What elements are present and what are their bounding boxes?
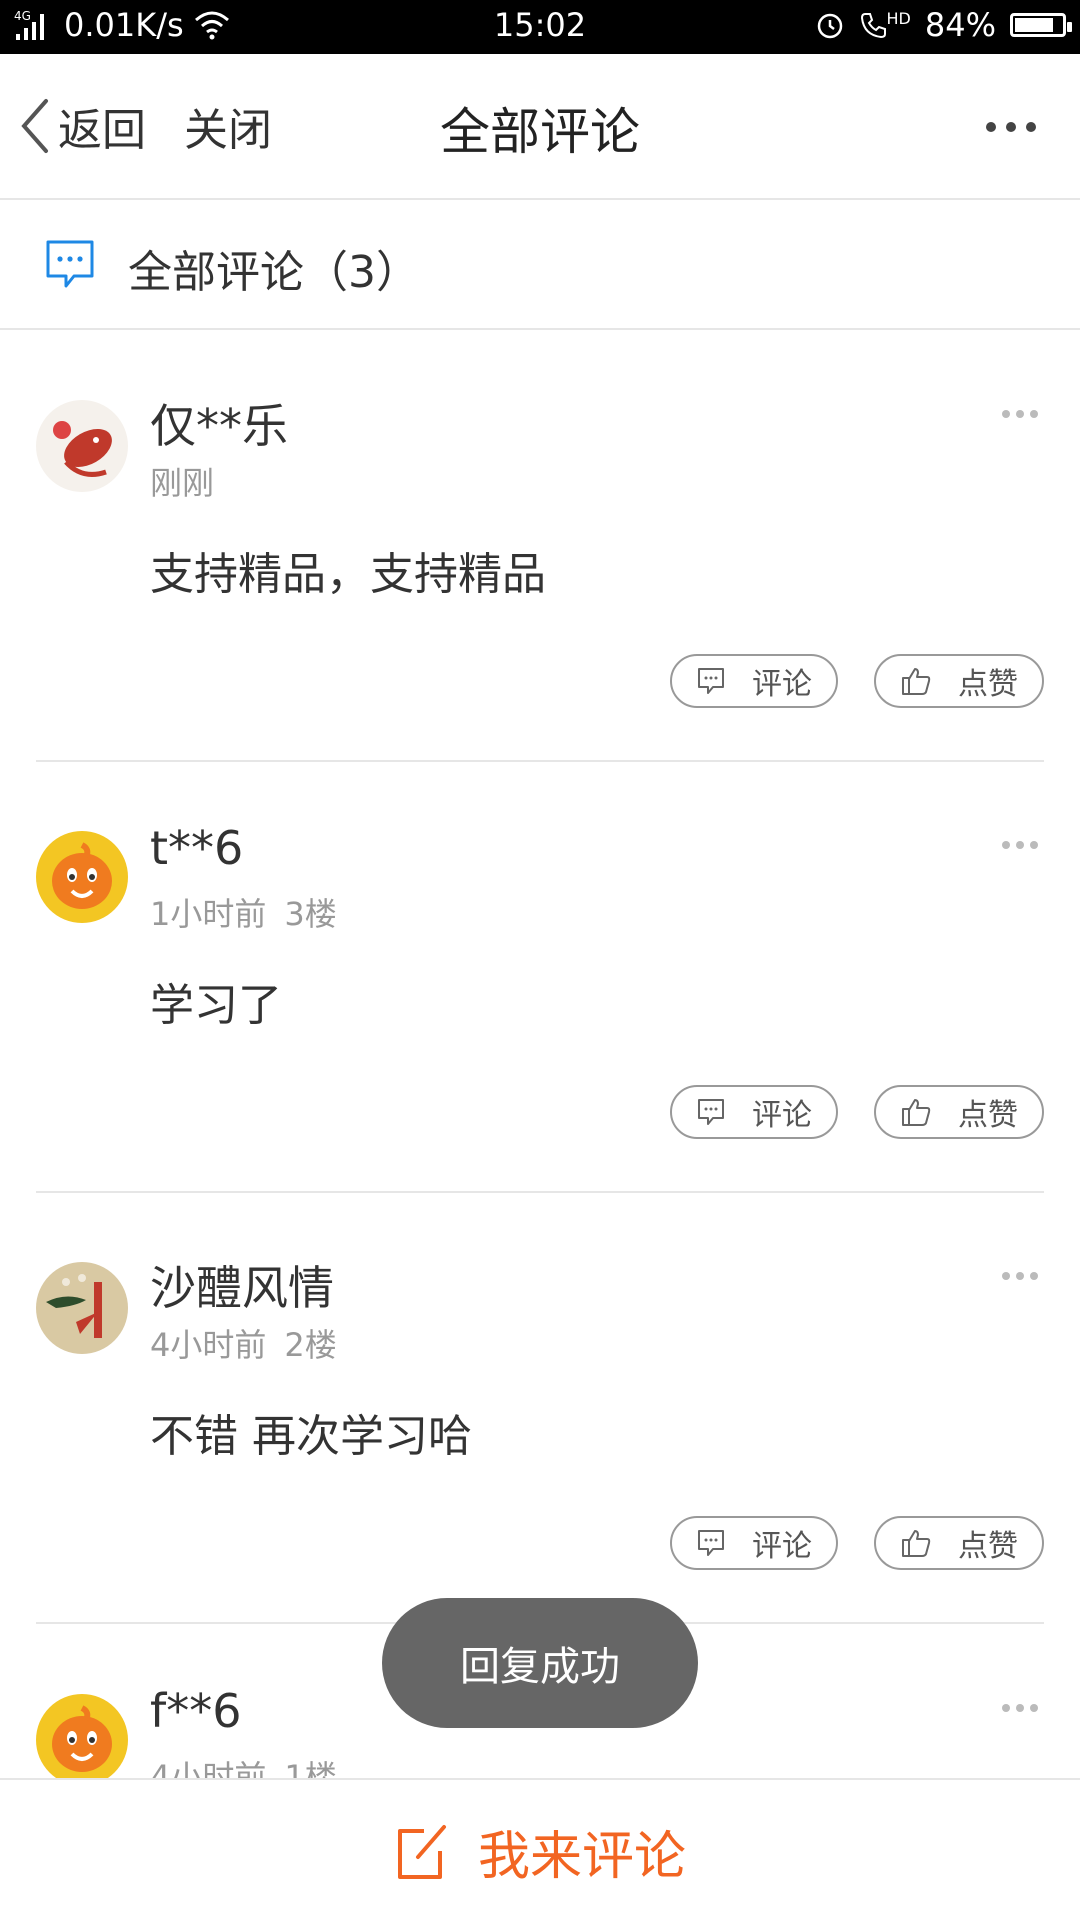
phone-icon: [860, 13, 886, 39]
nav-bar: 返回 关闭 全部评论: [0, 54, 1080, 200]
club-logo-avatar-image: [36, 1262, 128, 1354]
more-dot: [1016, 841, 1024, 849]
hd-call-indicator: HD: [859, 8, 911, 39]
more-dot: [1016, 410, 1024, 418]
thumbs-up-icon: [902, 1530, 931, 1557]
toast-message: 回复成功: [382, 1598, 698, 1728]
like-button[interactable]: 点赞: [874, 1516, 1044, 1570]
avatar[interactable]: [36, 831, 128, 923]
reply-label: 评论: [752, 667, 812, 702]
battery-percent: 84%: [924, 6, 996, 44]
status-right: HD 84%: [815, 6, 1072, 44]
more-dot: [1016, 1704, 1024, 1712]
thumbs-up-icon: [902, 668, 931, 695]
comment-actions: 评论 点赞: [670, 1085, 1044, 1139]
comment-content: 支持精品，支持精品: [150, 549, 546, 600]
comment-content: 不错 再次学习哈: [150, 1411, 472, 1462]
comment-more-button[interactable]: [1002, 1272, 1038, 1280]
like-label: 点赞: [958, 1098, 1018, 1133]
edit-icon: [397, 1825, 446, 1879]
koi-avatar-image: [36, 400, 128, 492]
orange-mascot-avatar-image: [36, 831, 128, 923]
more-dot: [1016, 1272, 1024, 1280]
more-dot: [1026, 122, 1036, 132]
comment-actions: 评论 点赞: [670, 654, 1044, 708]
more-dot: [1030, 841, 1038, 849]
more-dot: [1002, 841, 1010, 849]
more-dot: [1002, 1704, 1010, 1712]
comment-actions: 评论 点赞: [670, 1516, 1044, 1570]
reply-label: 评论: [752, 1098, 812, 1133]
comment-time: 4小时前: [150, 1758, 267, 1778]
more-menu-button[interactable]: [986, 122, 1036, 132]
comment-more-button[interactable]: [1002, 841, 1038, 849]
comments-section-header: 全部评论（3）: [0, 200, 1080, 330]
comment-meta: 4小时前 1楼: [150, 1752, 337, 1778]
write-comment-button[interactable]: 我来评论: [0, 1778, 1080, 1922]
comment-icon: [698, 668, 724, 694]
alarm-icon: [817, 13, 842, 39]
more-dot: [1030, 410, 1038, 418]
avatar[interactable]: [36, 400, 128, 492]
like-button[interactable]: 点赞: [874, 654, 1044, 708]
orange-mascot-avatar-image: [36, 1694, 128, 1778]
battery-icon: [1010, 13, 1072, 37]
comment-meta: 刚刚: [150, 458, 214, 504]
page-title: 全部评论: [440, 103, 640, 161]
like-label: 点赞: [958, 1529, 1018, 1564]
comment-item: t**6 1小时前 3楼 学习了 评论 点赞: [0, 761, 1080, 1193]
comment-item: 仅**乐 刚刚 支持精品，支持精品 评论 点赞: [0, 330, 1080, 762]
more-dot: [986, 122, 996, 132]
reply-button[interactable]: 评论: [670, 654, 838, 708]
hd-label: HD: [886, 8, 911, 28]
comment-icon: [698, 1530, 724, 1556]
comment-username: t**6: [150, 821, 244, 875]
comment-time: 刚刚: [150, 464, 215, 502]
status-bar: 4G 0.01K/s 15:02 HD 84%: [0, 0, 1080, 54]
reply-label: 评论: [752, 1529, 812, 1564]
comment-time: 4小时前: [150, 1326, 267, 1364]
comment-item: 沙醴风情 4小时前 2楼 不错 再次学习哈 评论 点赞: [0, 1192, 1080, 1624]
avatar[interactable]: [36, 1694, 128, 1778]
comment-more-button[interactable]: [1002, 410, 1038, 418]
comment-meta: 4小时前 2楼: [150, 1320, 337, 1366]
comment-icon: [698, 1099, 724, 1125]
more-dot: [1006, 122, 1016, 132]
more-dot: [1030, 1272, 1038, 1280]
comment-meta: 1小时前 3楼: [150, 889, 337, 935]
avatar[interactable]: [36, 1262, 128, 1354]
section-title: 全部评论（3）: [128, 247, 420, 298]
like-label: 点赞: [958, 667, 1018, 702]
battery-fill: [1015, 18, 1053, 32]
comment-time: 1小时前: [150, 895, 267, 933]
comment-content: 学习了: [150, 980, 282, 1031]
comment-bubble-icon: [46, 240, 94, 288]
reply-button[interactable]: 评论: [670, 1516, 838, 1570]
like-button[interactable]: 点赞: [874, 1085, 1044, 1139]
comment-username: f**6: [150, 1684, 242, 1738]
comment-username: 沙醴风情: [150, 1261, 334, 1315]
thumbs-up-icon: [902, 1099, 931, 1126]
comment-floor: 1楼: [284, 1758, 337, 1778]
comment-username: 仅**乐: [150, 399, 288, 453]
comment-floor: 3楼: [284, 895, 337, 933]
comment-floor: 2楼: [284, 1326, 337, 1364]
comment-more-button[interactable]: [1002, 1704, 1038, 1712]
reply-button[interactable]: 评论: [670, 1085, 838, 1139]
more-dot: [1030, 1704, 1038, 1712]
write-comment-label: 我来评论: [477, 1826, 686, 1887]
more-dot: [1002, 1272, 1010, 1280]
more-dot: [1002, 410, 1010, 418]
